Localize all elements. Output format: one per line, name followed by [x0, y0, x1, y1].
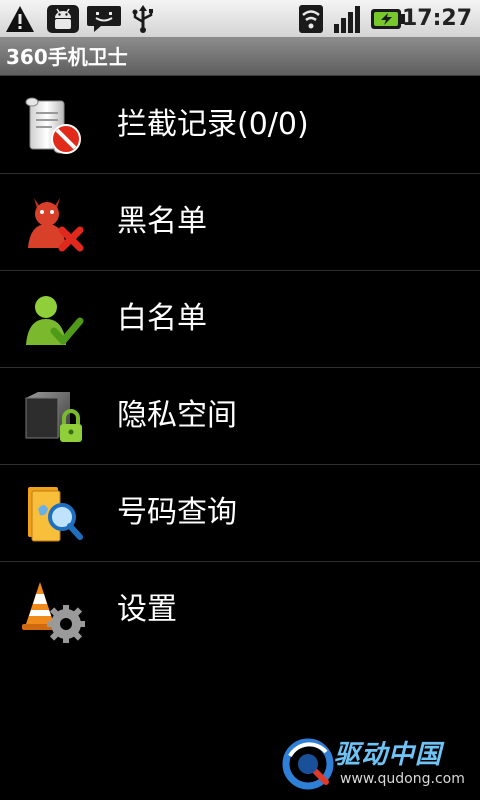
menu-item-number-lookup[interactable]: 号码查询	[0, 465, 480, 562]
menu-item-blocked-log[interactable]: 拦截记录(0/0)	[0, 77, 480, 174]
privacy-space-icon	[20, 384, 86, 450]
warning-icon	[4, 4, 36, 34]
menu-item-label: 隐私空间	[117, 398, 237, 433]
status-clock: 17:27	[401, 6, 472, 31]
number-lookup-icon	[20, 481, 86, 547]
menu-list: 拦截记录(0/0) 黑名单 白名单 隐私空间 号码查询 设置	[0, 77, 480, 659]
menu-item-label: 号码查询	[117, 495, 237, 530]
battery-icon	[370, 4, 406, 34]
whitelist-icon	[20, 287, 86, 353]
menu-item-settings[interactable]: 设置	[0, 562, 480, 659]
menu-item-privacy-space[interactable]: 隐私空间	[0, 368, 480, 465]
menu-item-label: 设置	[117, 592, 177, 627]
phone-screen: 17:27 360手机卫士 拦截记录(0/0) 黑名单 白名单 隐私空间 号码查…	[0, 0, 480, 800]
watermark: 驱动中国 www.qudong.com	[282, 736, 472, 794]
signal-icon	[332, 4, 364, 34]
message-icon	[86, 4, 122, 34]
menu-item-label: 拦截记录(0/0)	[117, 107, 309, 142]
app-title: 360手机卫士	[6, 45, 128, 69]
menu-item-label: 白名单	[117, 301, 207, 336]
title-bar: 360手机卫士	[0, 38, 480, 76]
menu-item-blacklist[interactable]: 黑名单	[0, 174, 480, 271]
settings-icon	[20, 578, 86, 644]
watermark-url: www.qudong.com	[340, 771, 465, 787]
menu-item-label: 黑名单	[117, 204, 207, 239]
blocked-log-icon	[20, 93, 86, 159]
status-bar: 17:27	[0, 0, 480, 38]
qudong-logo-icon	[282, 738, 334, 790]
android-icon	[46, 4, 80, 34]
blacklist-icon	[20, 190, 86, 256]
usb-icon	[128, 4, 158, 34]
wifi-icon	[298, 4, 324, 34]
watermark-brand: 驱动中国	[334, 740, 443, 770]
menu-item-whitelist[interactable]: 白名单	[0, 271, 480, 368]
